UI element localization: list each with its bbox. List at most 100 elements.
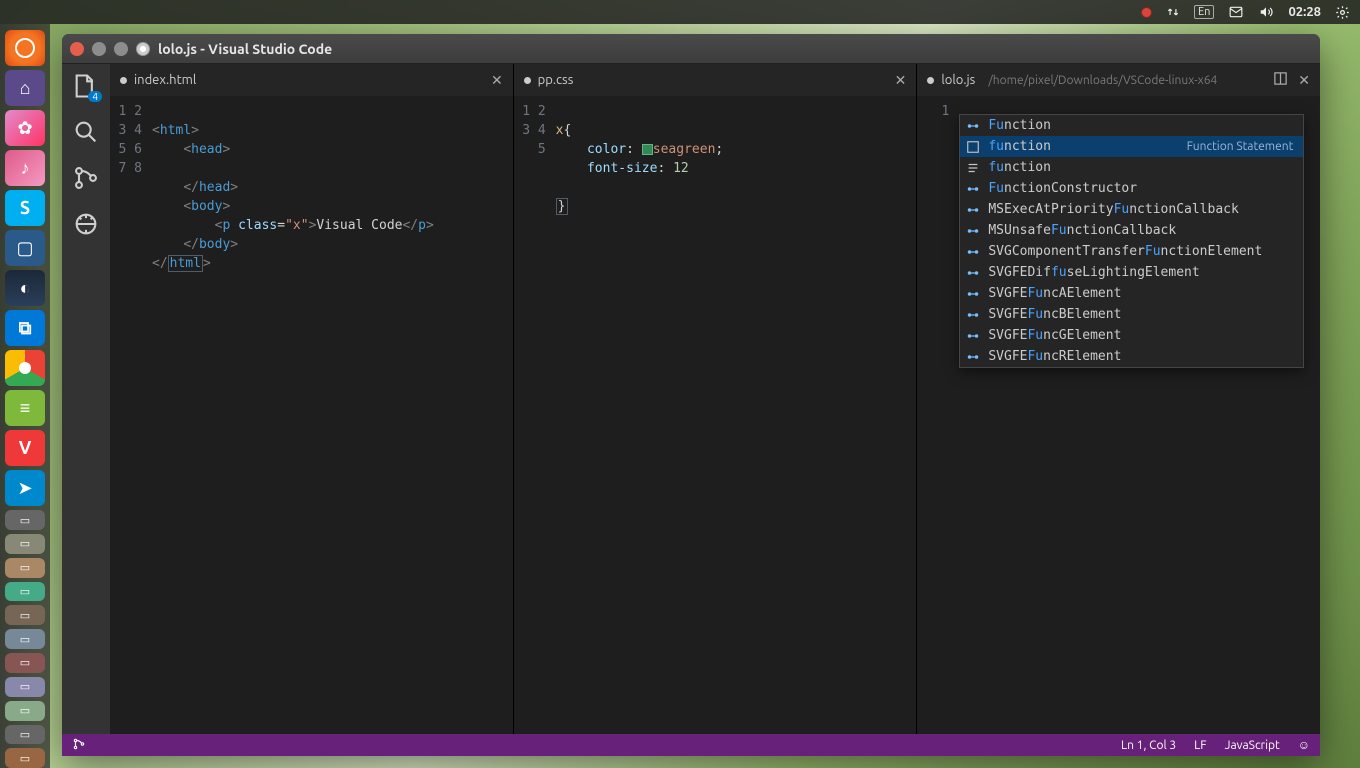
debug-icon[interactable] — [72, 210, 100, 238]
tab-label: lolo.js — [941, 73, 975, 87]
launcher-app[interactable]: ▭ — [5, 725, 45, 745]
autocomplete-popup[interactable]: FunctionfunctionFunction Statementfuncti… — [959, 114, 1304, 368]
suggestion-kind-icon — [966, 350, 980, 364]
tab-index-html[interactable]: index.html — [120, 73, 196, 87]
suggestion-kind-icon — [966, 119, 980, 133]
suggestion-kind-icon — [966, 140, 980, 154]
status-eol[interactable]: LF — [1194, 739, 1206, 752]
editor-group-1: index.html ✕ 1 2 3 4 5 6 7 8 <html> <hea… — [110, 64, 514, 734]
launcher-app[interactable]: ▭ — [5, 510, 45, 530]
window-close-button[interactable] — [70, 42, 84, 56]
suggestion-item[interactable]: Function — [960, 115, 1303, 136]
modified-dot-icon — [524, 77, 531, 84]
split-editor-icon[interactable] — [1273, 71, 1288, 90]
suggestion-item[interactable]: SVGFEDiffuseLightingElement — [960, 262, 1303, 283]
gear-icon[interactable] — [1335, 5, 1350, 20]
modified-dot-icon — [120, 77, 127, 84]
tab-pp-css[interactable]: pp.css — [524, 73, 574, 87]
line-numbers: 1 2 3 4 5 — [514, 96, 556, 734]
launcher-docs[interactable]: ≡ — [5, 390, 45, 426]
tab-close-button[interactable]: ✕ — [895, 72, 907, 89]
suggestion-item[interactable]: SVGComponentTransferFunctionElement — [960, 241, 1303, 262]
launcher-chrome[interactable] — [5, 350, 45, 386]
launcher-vivaldi[interactable]: V — [5, 430, 45, 466]
record-indicator[interactable] — [1141, 7, 1152, 18]
code-editor[interactable]: 1 2 3 4 5 6 7 8 <html> <head> </head> <b… — [110, 96, 513, 734]
tab-close-button[interactable]: ✕ — [1298, 72, 1310, 89]
suggestion-kind-icon — [966, 329, 980, 343]
launcher-skype[interactable]: S — [5, 190, 45, 226]
suggestion-item[interactable]: function — [960, 157, 1303, 178]
tab-lolo-js[interactable]: lolo.js /home/pixel/Downloads/VSCode-lin… — [927, 73, 1217, 87]
suggestion-item[interactable]: SVGFEFuncAElement — [960, 283, 1303, 304]
git-icon[interactable] — [72, 164, 100, 192]
launcher-app[interactable]: ✿ — [5, 110, 45, 146]
system-topbar: En 02:28 — [0, 0, 1360, 24]
status-language[interactable]: JavaScript — [1225, 739, 1280, 752]
editor-group-2: pp.css ✕ 1 2 3 4 5 x{ color: seagreen; f… — [514, 64, 918, 734]
line-numbers: 1 — [917, 96, 959, 734]
launcher-app[interactable]: ⌂ — [5, 70, 45, 106]
code-editor[interactable]: 1 2 3 4 5 x{ color: seagreen; font-size:… — [514, 96, 917, 734]
tabs-bar: index.html ✕ — [110, 64, 513, 96]
unity-launcher: ⌂ ✿ ♪ S ▢ ◐ ⧉ ≡ V ➤ ▭ ▭ ▭ ▭ ▭ ▭ ▭ ▭ ▭ ▭ … — [0, 24, 50, 768]
launcher-app[interactable]: ▭ — [5, 605, 45, 625]
suggestion-item[interactable]: functionFunction Statement — [960, 136, 1303, 157]
code-area[interactable]: <html> <head> </head> <body> <p class="x… — [152, 96, 513, 734]
launcher-app[interactable]: ▭ — [5, 582, 45, 602]
status-cursor-position[interactable]: Ln 1, Col 3 — [1121, 739, 1176, 752]
window-title: lolo.js - Visual Studio Code — [158, 41, 332, 57]
window-maximize-button[interactable] — [114, 42, 128, 56]
line-numbers: 1 2 3 4 5 6 7 8 — [110, 96, 152, 734]
tab-close-button[interactable]: ✕ — [491, 72, 503, 89]
status-git-icon[interactable] — [72, 741, 86, 754]
suggestion-item[interactable]: MSExecAtPriorityFunctionCallback — [960, 199, 1303, 220]
launcher-app[interactable]: ▭ — [5, 558, 45, 578]
suggestion-hint: Function Statement — [1187, 137, 1298, 156]
launcher-telegram[interactable]: ➤ — [5, 470, 45, 506]
tab-label: pp.css — [538, 73, 574, 87]
launcher-steam[interactable]: ◐ — [5, 270, 45, 306]
search-icon[interactable] — [72, 118, 100, 146]
launcher-app[interactable]: ▭ — [5, 653, 45, 673]
suggestion-kind-icon — [966, 287, 980, 301]
launcher-music[interactable]: ♪ — [5, 150, 45, 186]
suggestion-item[interactable]: FunctionConstructor — [960, 178, 1303, 199]
suggestion-kind-icon — [966, 245, 980, 259]
modified-dot-icon — [927, 77, 934, 84]
app-icon — [136, 42, 150, 56]
tab-path: /home/pixel/Downloads/VSCode-linux-x64 — [988, 74, 1217, 87]
keyboard-layout-indicator[interactable]: En — [1194, 5, 1214, 19]
suggestion-item[interactable]: SVGFEFuncGElement — [960, 325, 1303, 346]
code-editor[interactable]: 1 fu FunctionfunctionFunction Statementf… — [917, 96, 1320, 734]
launcher-screenshot[interactable]: ▢ — [5, 230, 45, 266]
code-area[interactable]: x{ color: seagreen; font-size: 12 } — [556, 96, 917, 734]
explorer-icon[interactable]: 4 — [72, 72, 100, 100]
suggestion-item[interactable]: SVGFEFuncRElement — [960, 346, 1303, 367]
tab-label: index.html — [134, 73, 196, 87]
suggestion-item[interactable]: MSUnsafeFunctionCallback — [960, 220, 1303, 241]
code-area[interactable]: fu FunctionfunctionFunction Statementfun… — [959, 96, 1320, 734]
window-minimize-button[interactable] — [92, 42, 106, 56]
launcher-app[interactable]: ▭ — [5, 534, 45, 554]
launcher-app[interactable]: ▭ — [5, 677, 45, 697]
network-icon[interactable] — [1166, 5, 1180, 19]
window-titlebar[interactable]: lolo.js - Visual Studio Code — [62, 34, 1320, 64]
status-feedback-icon[interactable]: ☺ — [1298, 738, 1310, 752]
suggestion-item[interactable]: SVGFEFuncBElement — [960, 304, 1303, 325]
suggestion-kind-icon — [966, 224, 980, 238]
tabs-bar: lolo.js /home/pixel/Downloads/VSCode-lin… — [917, 64, 1320, 96]
editor-groups: index.html ✕ 1 2 3 4 5 6 7 8 <html> <hea… — [110, 64, 1320, 734]
launcher-ubuntu-dash[interactable] — [5, 30, 45, 66]
tabs-bar: pp.css ✕ — [514, 64, 917, 96]
color-swatch-icon — [642, 144, 653, 155]
mail-icon[interactable] — [1228, 5, 1244, 19]
suggestion-kind-icon — [966, 266, 980, 280]
sound-icon[interactable] — [1258, 5, 1274, 19]
clock[interactable]: 02:28 — [1288, 5, 1321, 19]
launcher-app[interactable]: ▭ — [5, 629, 45, 649]
launcher-app[interactable]: ▭ — [5, 748, 45, 768]
launcher-vscode[interactable]: ⧉ — [5, 310, 45, 346]
suggestion-kind-icon — [966, 203, 980, 217]
launcher-app[interactable]: ▭ — [5, 701, 45, 721]
